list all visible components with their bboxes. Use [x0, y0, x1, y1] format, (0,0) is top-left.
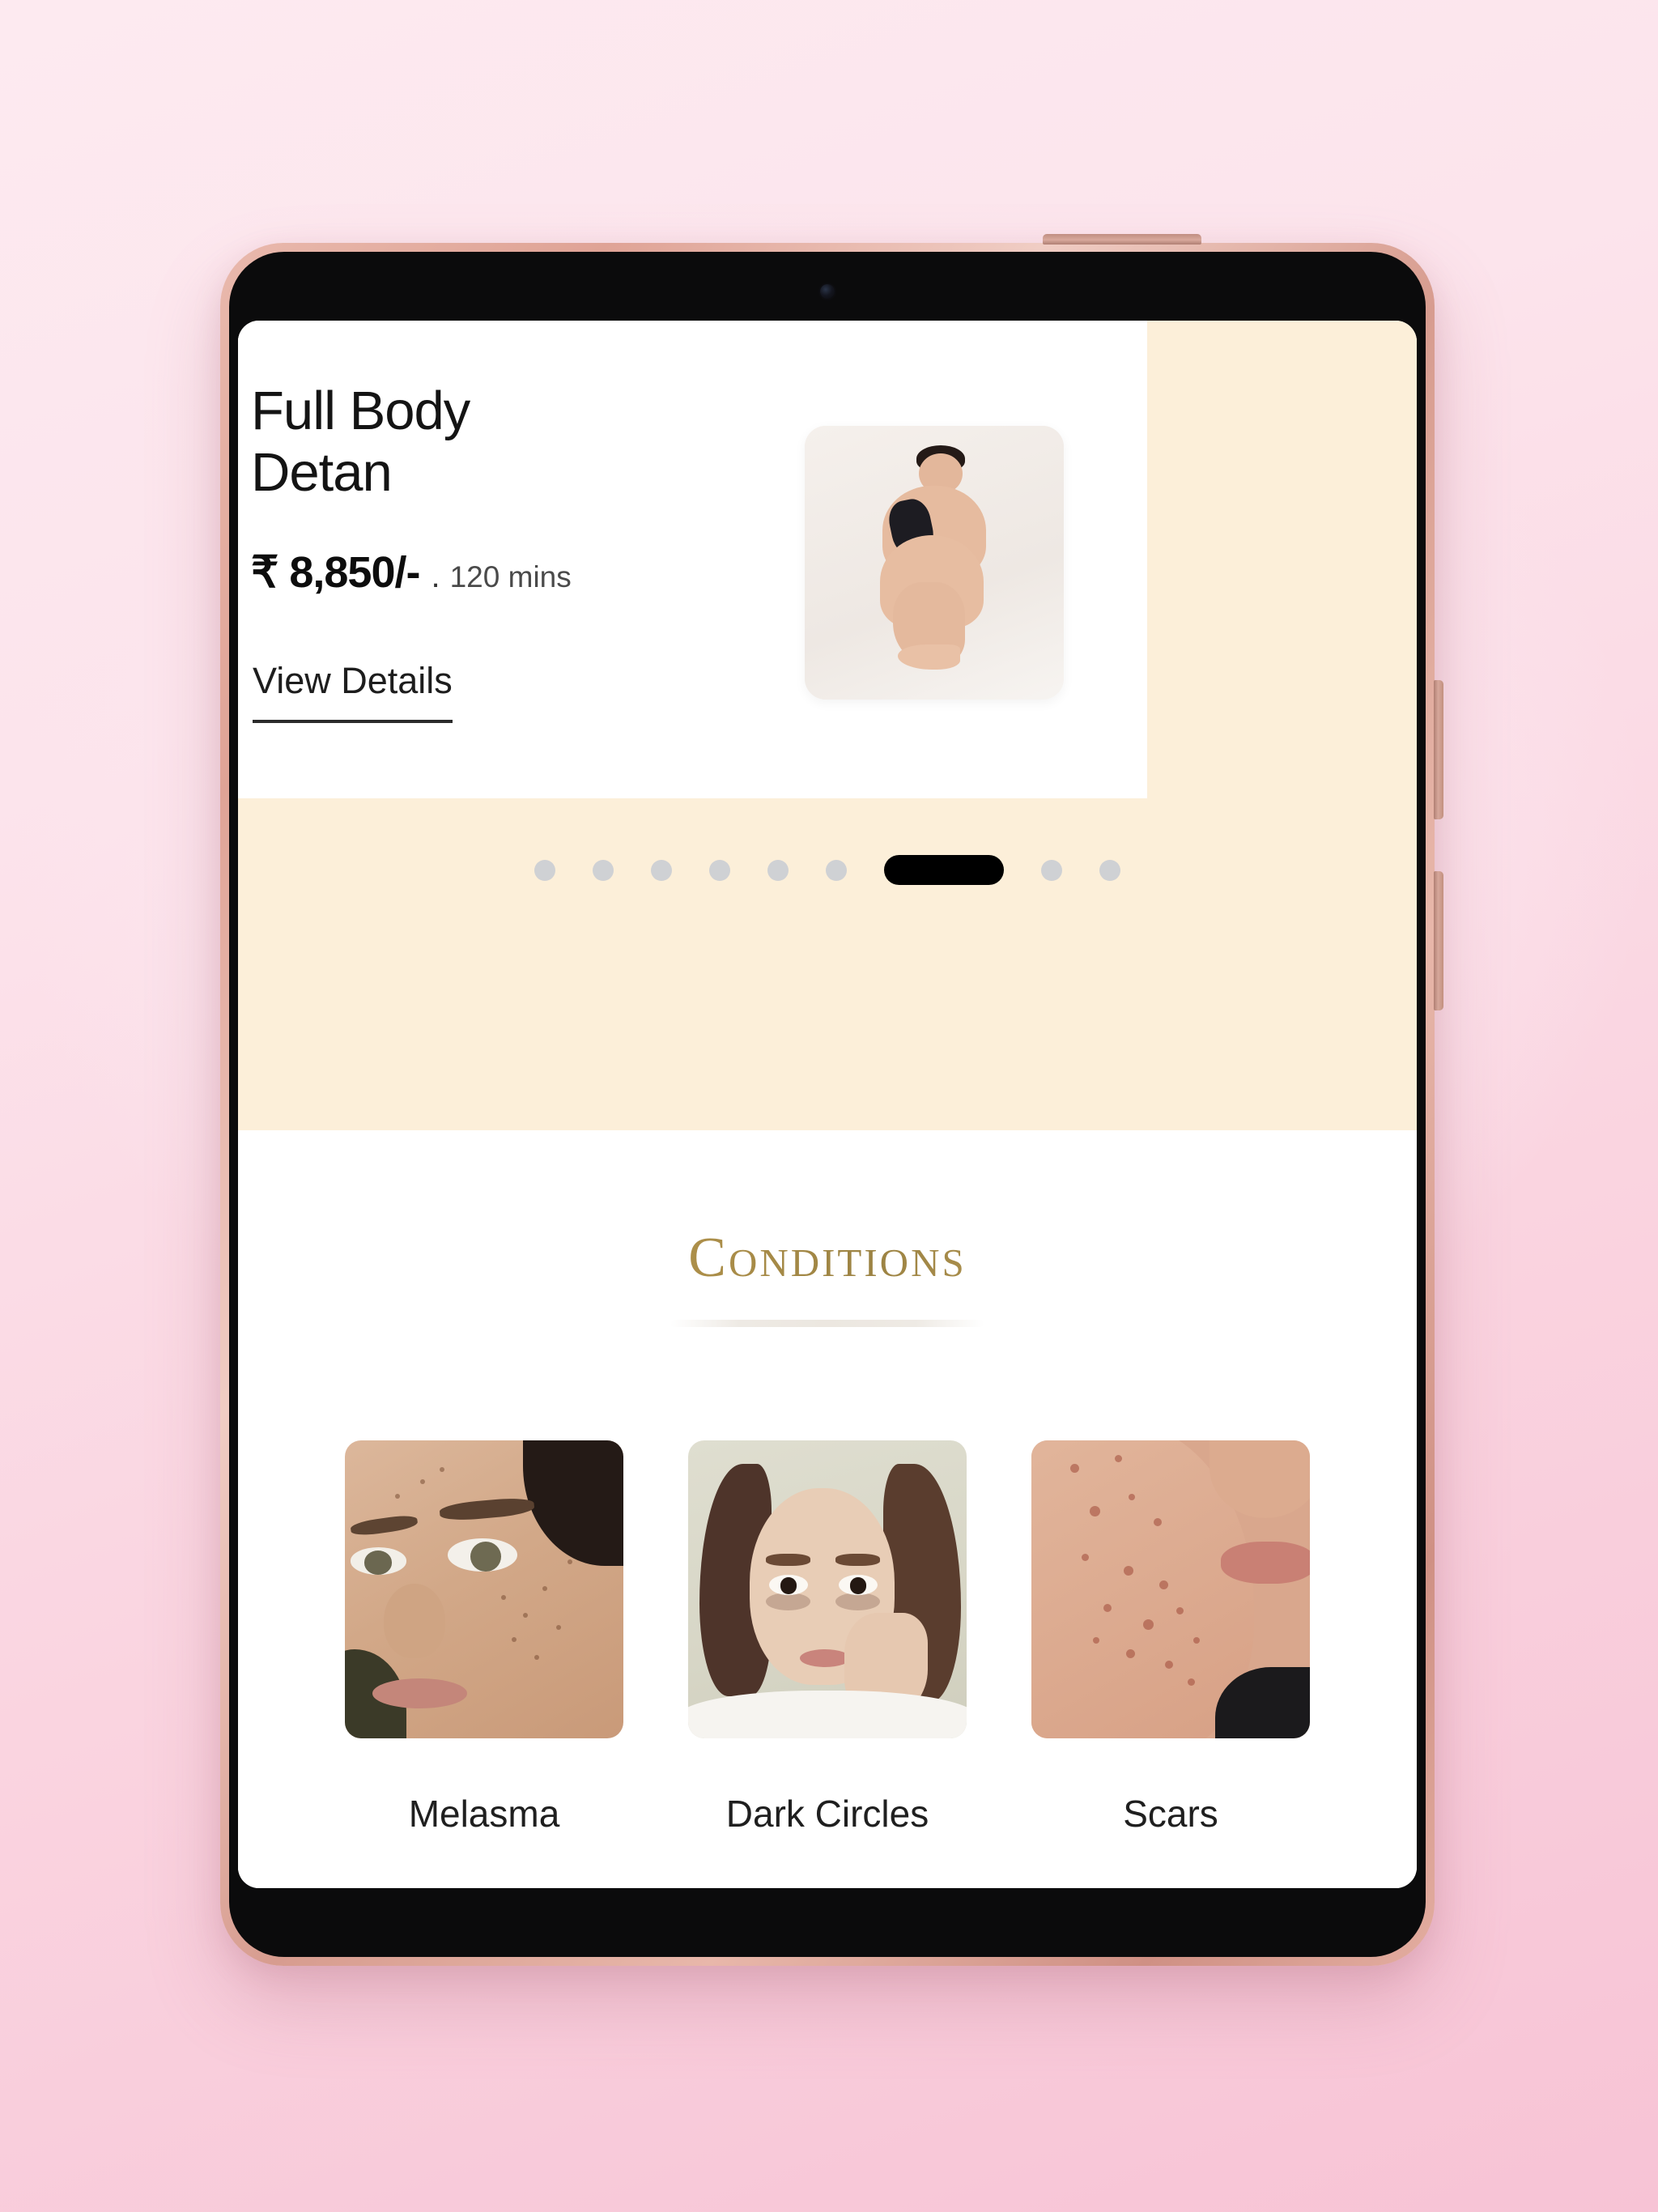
carousel-dot-4[interactable]: [709, 859, 730, 881]
service-price: ₹ 8,850/-: [251, 548, 420, 597]
condition-image-scars: [1031, 1440, 1310, 1738]
conditions-grid: Melasma Dark Circles Scars: [238, 1440, 1417, 1836]
heading-divider: [670, 1320, 984, 1327]
carousel-dot-7[interactable]: [884, 855, 1004, 885]
service-price-row: ₹ 8,850/- . 120 mins: [251, 547, 572, 598]
service-thumbnail-image: [805, 426, 1064, 700]
condition-label-dark-circles: Dark Circles: [725, 1793, 929, 1835]
carousel-dot-3[interactable]: [651, 859, 672, 881]
service-carousel-section: Full Body Detan ₹ 8,850/- . 120 mins Vie…: [238, 321, 1417, 1130]
service-thumbnail[interactable]: [805, 426, 1064, 700]
carousel-dots[interactable]: [238, 855, 1417, 885]
carousel-dot-2[interactable]: [593, 859, 614, 881]
service-title: Full Body Detan: [251, 381, 631, 504]
carousel-dot-6[interactable]: [826, 859, 847, 881]
carousel-dot-9[interactable]: [1099, 859, 1120, 881]
conditions-heading: Conditions: [238, 1226, 1417, 1291]
tablet-device: Full Body Detan ₹ 8,850/- . 120 mins Vie…: [220, 234, 1443, 1966]
conditions-section: Conditions Melasma Dark Circles Scars: [238, 1130, 1417, 1888]
condition-image-melasma: [345, 1440, 623, 1738]
service-title-line2: Detan: [251, 442, 393, 504]
price-separator: .: [431, 559, 440, 594]
service-duration: 120 mins: [449, 560, 572, 593]
condition-label-scars: Scars: [1123, 1793, 1218, 1835]
condition-card-melasma[interactable]: Melasma: [345, 1440, 623, 1836]
condition-label-melasma: Melasma: [408, 1793, 560, 1835]
carousel-dot-8[interactable]: [1041, 859, 1062, 881]
carousel-dot-1[interactable]: [534, 859, 555, 881]
device-screen: Full Body Detan ₹ 8,850/- . 120 mins Vie…: [238, 321, 1417, 1888]
service-card[interactable]: Full Body Detan ₹ 8,850/- . 120 mins Vie…: [238, 321, 1147, 798]
carousel-dot-5[interactable]: [767, 859, 789, 881]
view-details-link[interactable]: View Details: [253, 660, 453, 723]
condition-card-scars[interactable]: Scars: [1031, 1440, 1310, 1836]
volume-up-button[interactable]: [1434, 680, 1443, 819]
service-title-line1: Full Body: [251, 381, 470, 441]
app-viewport: Full Body Detan ₹ 8,850/- . 120 mins Vie…: [238, 321, 1417, 1888]
device-bezel: Full Body Detan ₹ 8,850/- . 120 mins Vie…: [229, 252, 1426, 1957]
power-button[interactable]: [1043, 234, 1201, 245]
condition-image-dark-circles: [688, 1440, 967, 1738]
front-camera-icon: [820, 284, 835, 299]
volume-down-button[interactable]: [1434, 871, 1443, 1010]
condition-card-dark-circles[interactable]: Dark Circles: [688, 1440, 967, 1836]
